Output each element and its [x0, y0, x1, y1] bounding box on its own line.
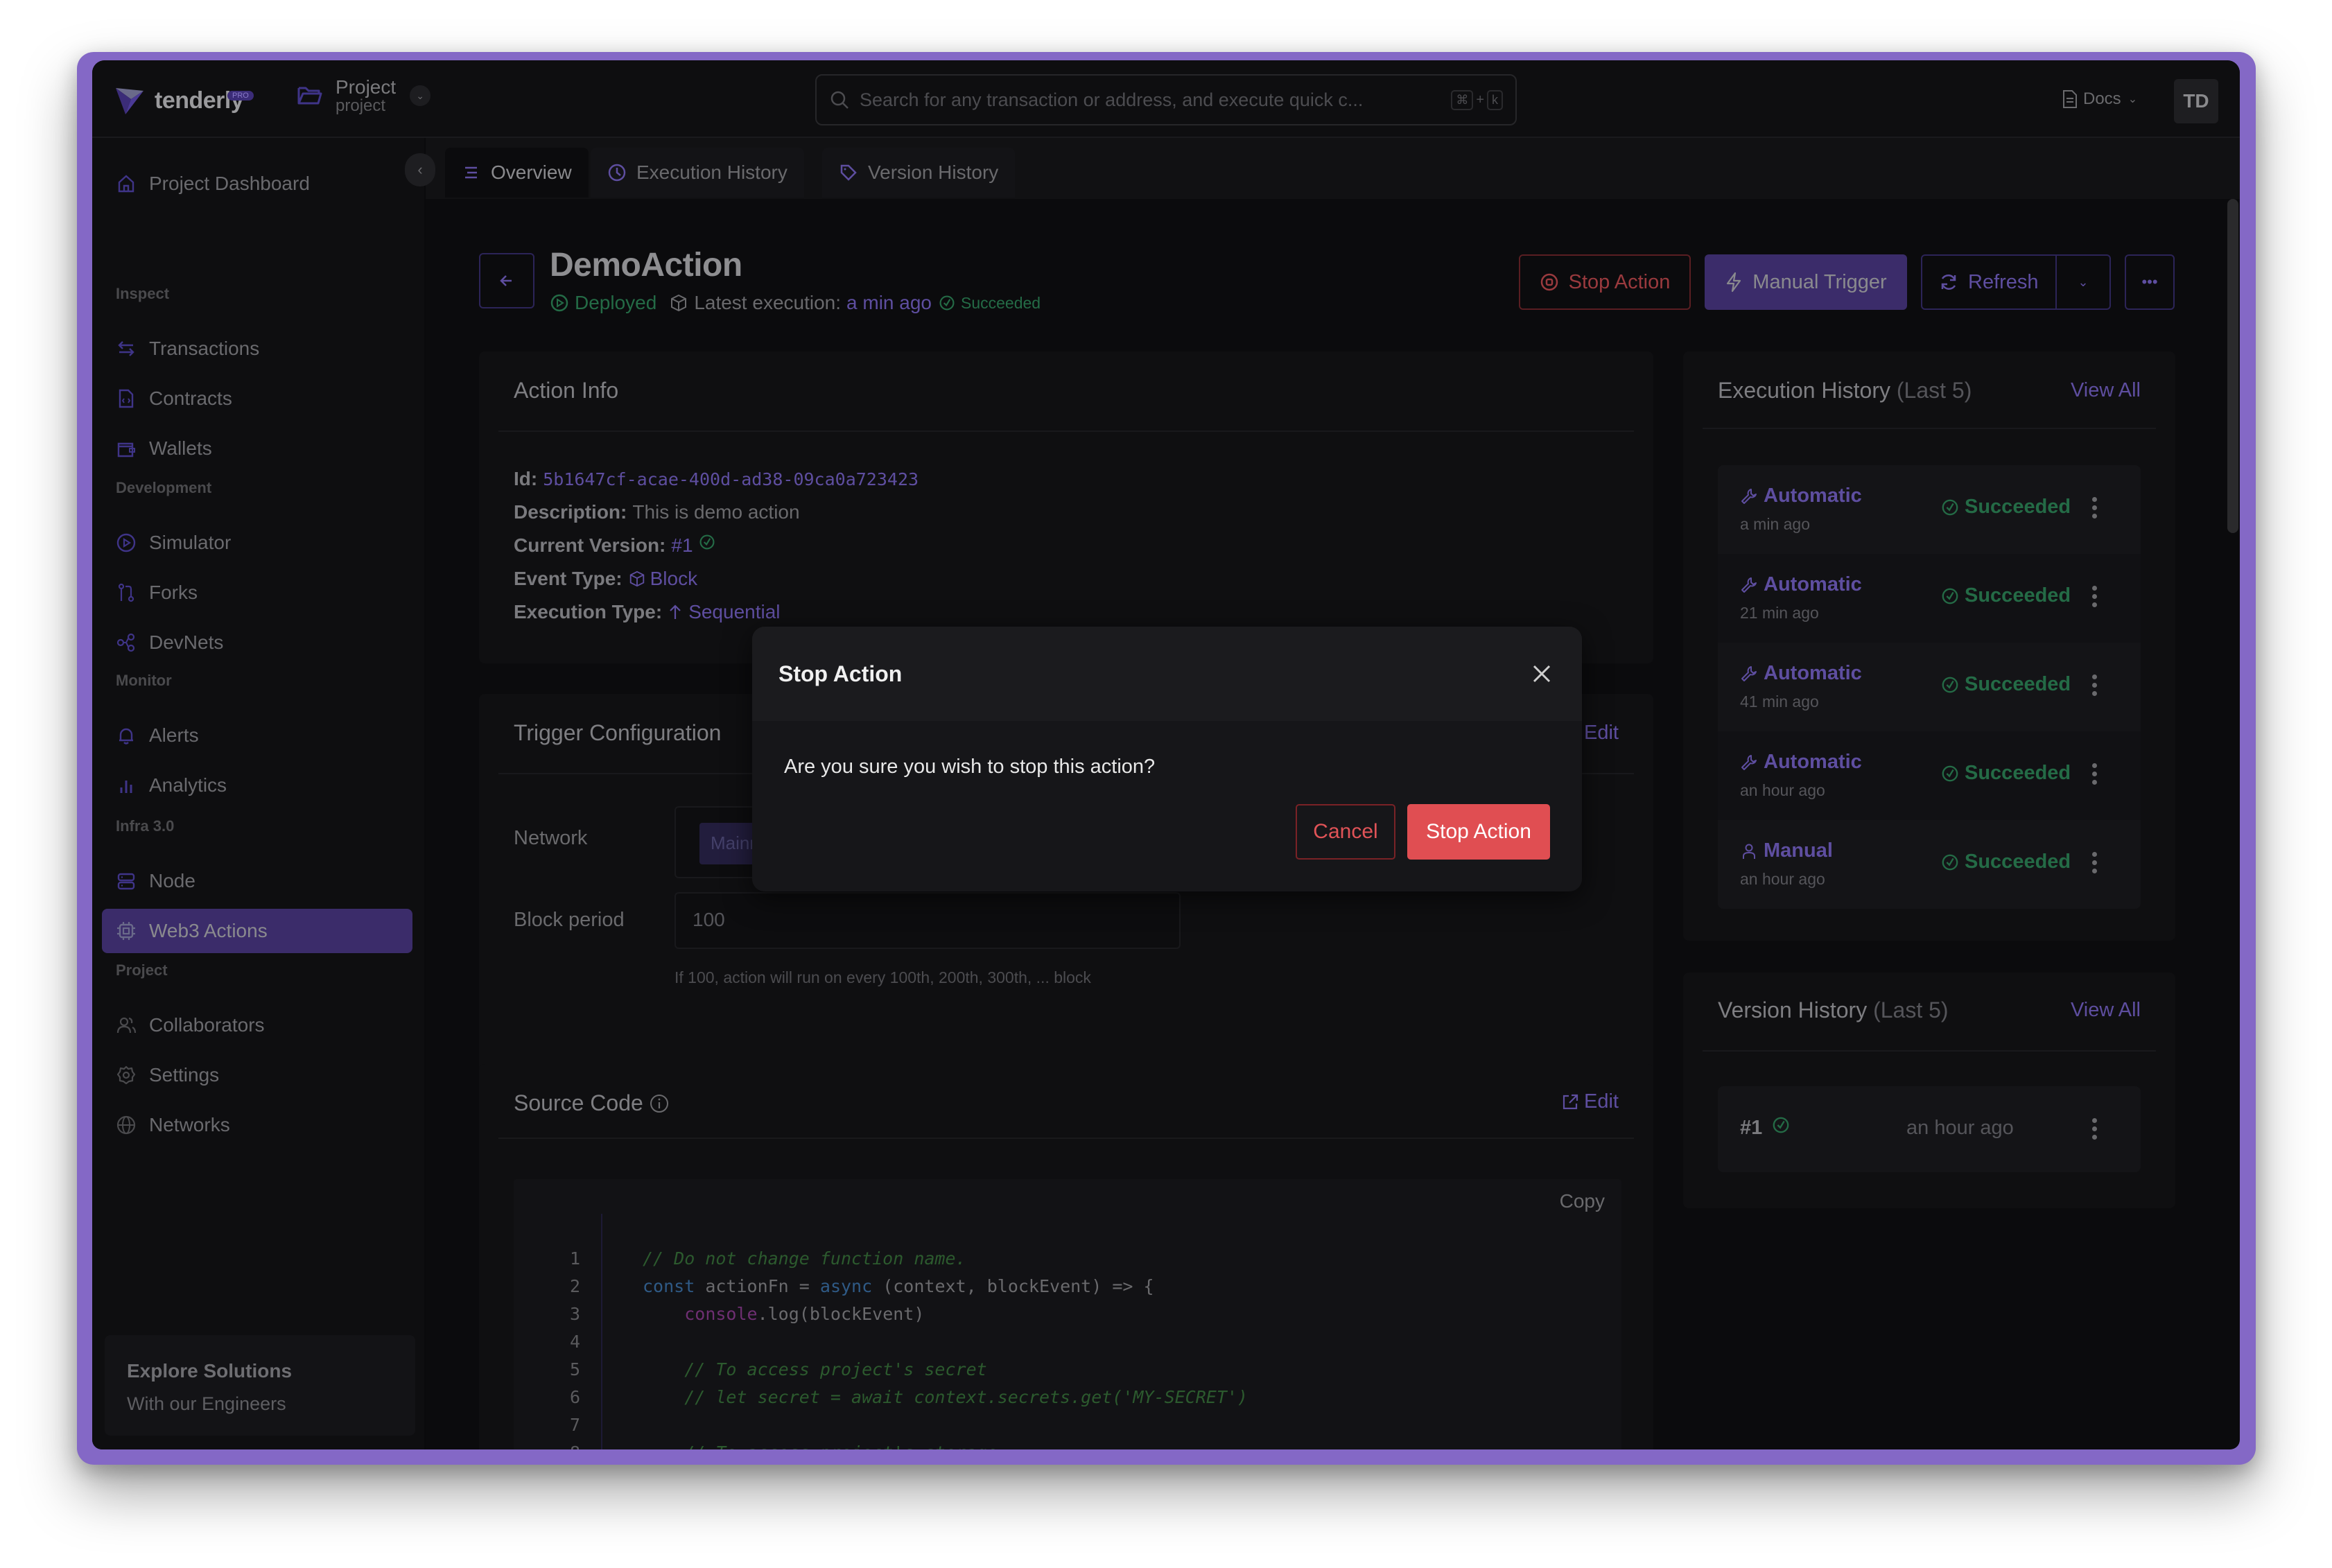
cancel-button[interactable]: Cancel [1296, 804, 1395, 860]
main-scrollbar[interactable] [2227, 199, 2238, 533]
close-icon[interactable] [1528, 660, 1556, 688]
confirm-stop-action-button[interactable]: Stop Action [1407, 804, 1550, 860]
collapse-sidebar-button[interactable]: ‹ [405, 153, 435, 186]
modal-title: Stop Action [778, 661, 903, 686]
modal-header: Stop Action [752, 627, 1582, 721]
modal-message: Are you sure you wish to stop this actio… [784, 756, 1156, 778]
stop-action-modal: Stop Action Are you sure you wish to sto… [752, 627, 1582, 891]
